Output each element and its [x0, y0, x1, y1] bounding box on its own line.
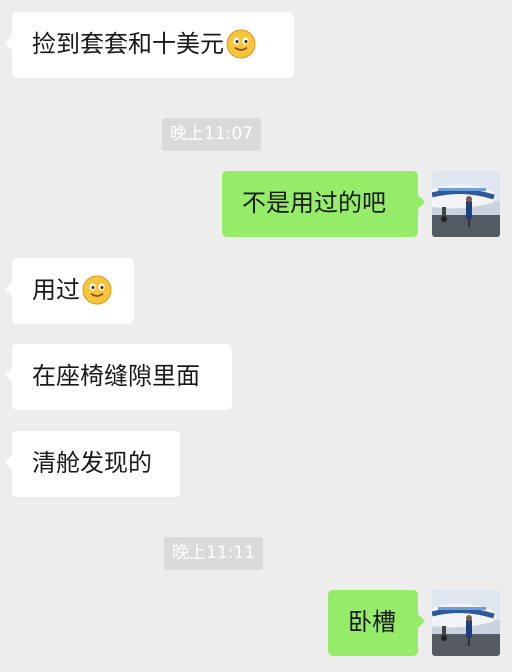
timestamp: 晚上11:11	[164, 537, 263, 570]
message-text: 卧槽	[348, 608, 396, 636]
incoming-message[interactable]: 在座椅缝隙里面	[5, 344, 232, 410]
message-text: 不是用过的吧	[242, 189, 386, 217]
message-text: 清舱发现的	[32, 449, 152, 477]
airplane-avatar[interactable]	[432, 171, 500, 237]
message-text: 用过	[32, 276, 80, 304]
airplane-icon	[432, 590, 500, 656]
timestamp: 晚上11:07	[162, 118, 261, 151]
airplane-avatar[interactable]	[432, 590, 500, 656]
incoming-message[interactable]: 清舱发现的	[5, 431, 180, 497]
incoming-message[interactable]: 捡到套套和十美元	[5, 12, 294, 78]
incoming-message[interactable]: 用过	[5, 258, 134, 324]
airplane-icon	[432, 171, 500, 237]
chat-thread: 捡到套套和十美元 晚上11:07 不是用过的吧 用过 在座椅缝隙里面 清舱发现的…	[0, 0, 512, 672]
outgoing-message[interactable]: 不是用过的吧	[222, 171, 425, 237]
smile-emoji-icon	[82, 275, 112, 305]
message-text: 捡到套套和十美元	[32, 30, 224, 58]
outgoing-message[interactable]: 卧槽	[328, 590, 425, 656]
smile-emoji-icon	[226, 29, 256, 59]
message-text: 在座椅缝隙里面	[32, 362, 200, 390]
